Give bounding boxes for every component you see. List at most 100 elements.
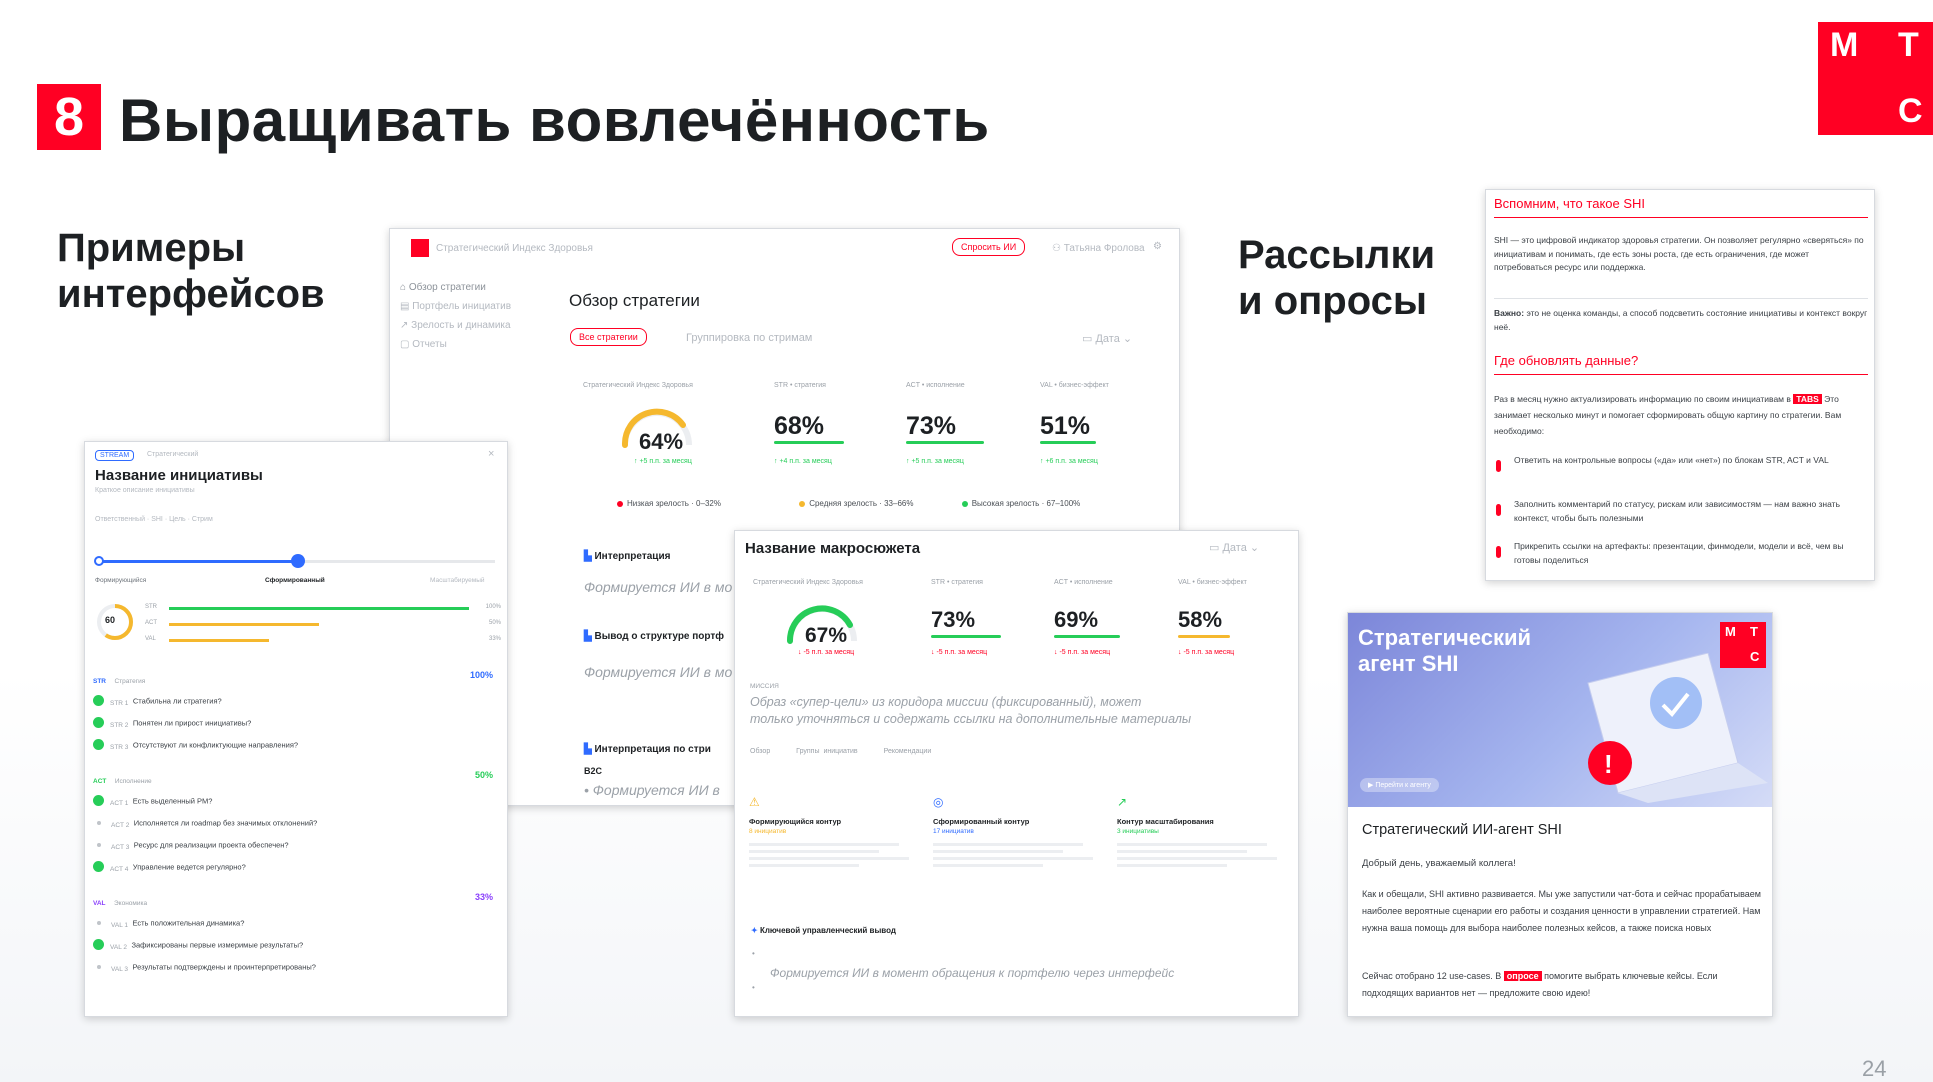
metric-value: 64% xyxy=(639,429,684,454)
metric-bar xyxy=(774,441,844,444)
metric-delta: ↓ -5 п.п. за месяц xyxy=(931,649,988,656)
mts-logo: М Т С xyxy=(1818,22,1933,135)
sidebar-item-maturity[interactable]: ↗ Зрелость и динамика xyxy=(400,320,530,331)
checklist: STR Стратегия 100% STR 1 Стабильна ли ст… xyxy=(93,670,493,980)
check-item[interactable]: ACT 1 Есть выделенный PM? xyxy=(93,792,493,814)
metric-delta: ↑ +5 п.п. за месяц xyxy=(906,458,964,465)
check-item[interactable]: ACT 3 Ресурс для реализации проекта обес… xyxy=(93,836,493,858)
tab-all-strategies[interactable]: Все стратегии xyxy=(570,328,647,346)
tab-overview[interactable]: Обзор xyxy=(750,748,770,755)
metric-value: 73% xyxy=(906,412,957,440)
contour-column-forming: ⚠ Формирующийся контур 8 инициатив xyxy=(749,795,929,867)
check-item[interactable]: VAL 1 Есть положительная динамика? xyxy=(93,914,493,936)
tab-group-by-streams[interactable]: Группировка по стримам xyxy=(686,332,812,344)
check-item[interactable]: STR 2 Понятен ли прирост инициативы? xyxy=(93,714,493,736)
laptop-illustration: ! xyxy=(1587,653,1768,803)
calendar-icon: ▭ xyxy=(1209,542,1223,554)
metric-value: 73% xyxy=(931,607,976,632)
key-output-title: ✦ Ключевой управленческий вывод xyxy=(751,926,896,935)
bar-row-val: VAL 33% xyxy=(145,636,501,642)
metric-label: Стратегический Индекс Здоровья xyxy=(583,382,693,389)
metric-value: 51% xyxy=(1040,412,1091,440)
dashboard-page-title: Обзор стратегии xyxy=(569,291,700,310)
list-marker xyxy=(1496,546,1501,558)
metric-delta: ↑ +6 п.п. за месяц xyxy=(1040,458,1098,465)
check-item[interactable]: STR 3 Отсутствуют ли конфликтующие напра… xyxy=(93,736,493,770)
maturity-slider-track xyxy=(97,560,301,563)
mail-paragraph-2: Сейчас отобрано 12 use-cases. В опросе п… xyxy=(1362,971,1718,998)
metric-label: ACT • исполнение xyxy=(1054,579,1113,586)
initiative-meta: Ответственный · SHI · Цель · Стрим xyxy=(95,516,213,523)
warning-icon: ⚠ xyxy=(749,795,760,809)
stream-tag: STREAM xyxy=(95,450,135,461)
survey-link[interactable]: опросе xyxy=(1503,971,1542,981)
empty-check-icon xyxy=(97,964,101,969)
contour-column-formed: ◎ Сформированный контур 17 инициатив xyxy=(933,795,1113,867)
ai-placeholder-text: Формируется ИИ в момент обращения к порт… xyxy=(770,966,1175,980)
contour-column-scaling: ↗ Контур масштабирования 3 инициативы xyxy=(1117,795,1297,867)
group-header-str: STR Стратегия 100% xyxy=(93,670,493,685)
section-interpretation-title: ▙ Интерпретация xyxy=(584,551,671,562)
sidebar-item-portfolio[interactable]: ▤ Портфель инициатив xyxy=(400,301,530,312)
banner-go-button[interactable]: ▶ Перейти к агенту xyxy=(1360,778,1439,792)
ask-ai-button[interactable]: Спросить ИИ xyxy=(952,238,1026,256)
sidebar-item-overview[interactable]: ⌂ Обзор стратегии xyxy=(400,282,530,293)
close-icon[interactable]: × xyxy=(488,448,494,460)
user-name[interactable]: ⚇ Татьяна Фролова xyxy=(1052,243,1145,254)
bullet-empty: • xyxy=(752,983,755,992)
memo-heading-shi: Вспомним, что такое SHI xyxy=(1494,196,1646,211)
check-icon xyxy=(93,939,104,951)
tab-initiative-groups[interactable]: Группы инициатив xyxy=(796,748,857,755)
memo-list-item: Ответить на контрольные вопросы («да» ил… xyxy=(1514,455,1829,465)
date-filter[interactable]: ▭ Дата ⌄ xyxy=(1209,541,1259,554)
mail-paragraph-1: Как и обещали, SHI активно развивается. … xyxy=(1362,889,1761,933)
check-item[interactable]: VAL 2 Зафиксированы первые измеримые рез… xyxy=(93,936,493,958)
metric-bar xyxy=(1054,635,1120,638)
memo-divider xyxy=(1494,374,1868,375)
app-logo xyxy=(411,239,429,257)
sidebar-item-reports[interactable]: ▢ Отчеты xyxy=(400,339,530,350)
memo-heading-update: Где обновлять данные? xyxy=(1494,353,1639,368)
metric-value: 69% xyxy=(1054,607,1099,632)
type-tag: Стратегический xyxy=(147,451,199,458)
mission-text: Образ «супер-цели» из коридора миссии (ф… xyxy=(750,695,1192,726)
metric-delta: ↑ +5 п.п. за месяц xyxy=(634,458,692,465)
memo-paragraph-2: Важно: это не оценка команды, а способ п… xyxy=(1494,308,1868,332)
mission-label: МИССИЯ xyxy=(750,683,779,690)
check-item[interactable]: ACT 4 Управление ведется регулярно? xyxy=(93,858,493,892)
tab-recommendations[interactable]: Рекомендации xyxy=(884,748,932,755)
mail-screenshot: Стратегический агент SHI М Т С ! ▶ Перей… xyxy=(1347,612,1773,1017)
metric-delta: ↑ +4 п.п. за месяц xyxy=(774,458,832,465)
metric-label: STR • стратегия xyxy=(931,579,983,586)
trend-icon: ↗ xyxy=(400,320,412,331)
memo-list-item: Заполнить комментарий по статусу, рискам… xyxy=(1514,499,1840,523)
check-item[interactable]: STR 1 Стабильна ли стратегия? xyxy=(93,692,493,714)
date-filter[interactable]: ▭ Дата ⌄ xyxy=(1082,332,1132,345)
user-icon: ⚇ xyxy=(1052,243,1064,254)
metric-bar xyxy=(906,441,984,444)
check-item[interactable]: VAL 3 Результаты подтверждены и проинтер… xyxy=(93,958,493,980)
section-label-interfaces: Примеры интерфейсов xyxy=(57,226,325,316)
dashboard-sidebar: ⌂ Обзор стратегии ▤ Портфель инициатив ↗… xyxy=(400,274,530,358)
empty-check-icon xyxy=(97,842,101,847)
slider-handle[interactable] xyxy=(291,554,305,568)
svg-text:!: ! xyxy=(1604,749,1613,779)
initiative-screenshot: STREAM Стратегический × Название инициат… xyxy=(84,441,508,1017)
page-number: 24 xyxy=(1862,1056,1887,1081)
chart-icon: ▙ xyxy=(584,744,595,755)
metric-label: ACT • исполнение xyxy=(906,382,965,389)
check-item[interactable]: ACT 2 Исполняется ли roadmap без значимы… xyxy=(93,814,493,836)
metric-value: 67% xyxy=(805,624,848,647)
group-header-act: ACT Исполнение 50% xyxy=(93,770,493,785)
section-label-mailings: Рассылки и опросы xyxy=(1238,233,1436,323)
slider-start-handle[interactable] xyxy=(94,556,104,566)
trend-icon: ↗ xyxy=(1117,795,1128,809)
tabs-tag: TABS xyxy=(1793,394,1822,404)
list-marker xyxy=(1496,460,1501,472)
mail-banner: Стратегический агент SHI М Т С ! ▶ Перей… xyxy=(1348,613,1772,807)
bar-row-act: ACT 50% xyxy=(145,620,501,626)
slide-title: Выращивать вовлечённость xyxy=(119,87,990,154)
initiative-title: Название инициативы xyxy=(95,467,263,484)
settings-icon[interactable]: ⚙ xyxy=(1153,241,1162,252)
metric-delta: ↓ -5 п.п. за месяц xyxy=(798,649,855,656)
